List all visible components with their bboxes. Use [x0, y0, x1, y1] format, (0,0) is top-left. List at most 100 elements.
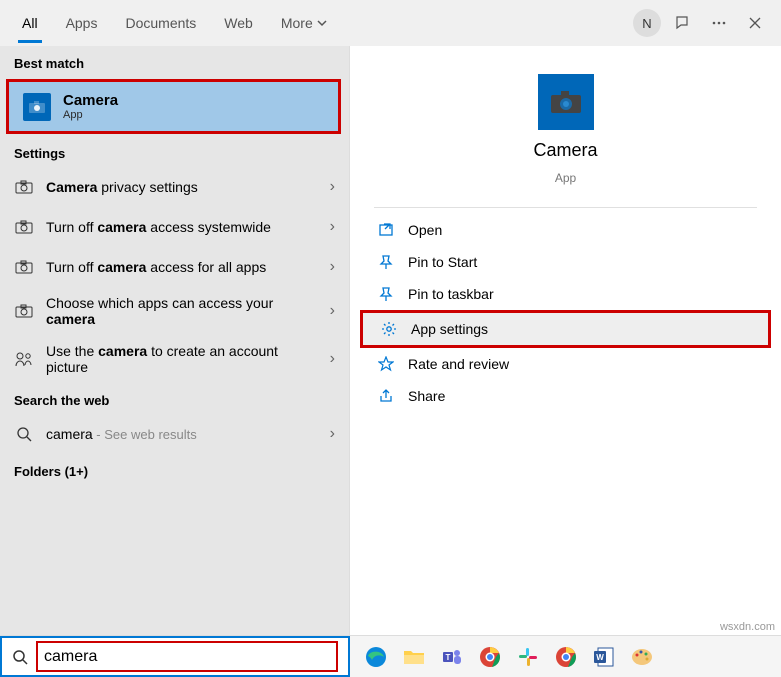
- chevron-down-icon: [317, 18, 327, 28]
- app-tile: [538, 74, 594, 130]
- action-label: Pin to taskbar: [408, 286, 494, 302]
- setting-choose-apps[interactable]: Choose which apps can access your camera…: [0, 287, 349, 335]
- setting-account-picture[interactable]: Use the camera to create an account pict…: [0, 335, 349, 383]
- chevron-right-icon: ›: [330, 350, 335, 368]
- preview-header: Camera App: [350, 46, 781, 185]
- camera-icon: [14, 301, 34, 321]
- search-box[interactable]: [0, 636, 350, 677]
- svg-text:T: T: [446, 653, 451, 662]
- setting-label: Camera privacy settings: [46, 179, 318, 195]
- main-area: Best match Camera App Settings Camera pr…: [0, 46, 781, 635]
- preview-pane: Camera App Open Pin to Start Pin to task…: [350, 46, 781, 635]
- taskbar-explorer[interactable]: [402, 645, 426, 669]
- action-label: Rate and review: [408, 356, 509, 372]
- search-icon: [14, 424, 34, 444]
- taskbar-edge[interactable]: [364, 645, 388, 669]
- search-web-header: Search the web: [0, 383, 349, 414]
- bottom-bar: T W: [0, 635, 781, 677]
- best-match-highlight: Camera App: [6, 79, 341, 134]
- chevron-right-icon: ›: [330, 302, 335, 320]
- taskbar-slack[interactable]: [516, 645, 540, 669]
- chevron-right-icon: ›: [330, 258, 335, 276]
- tab-web[interactable]: Web: [210, 5, 267, 41]
- folders-header: Folders (1+): [0, 454, 349, 485]
- watermark: wsxdn.com: [720, 621, 775, 633]
- taskbar-word[interactable]: W: [592, 645, 616, 669]
- paint-icon: [631, 646, 653, 668]
- divider: [374, 207, 757, 208]
- share-icon: [378, 388, 394, 404]
- close-button[interactable]: [737, 5, 773, 41]
- best-match-text: Camera App: [63, 92, 118, 121]
- search-icon: [12, 649, 28, 665]
- tabs-bar: All Apps Documents Web More N: [0, 0, 781, 46]
- tab-documents[interactable]: Documents: [111, 5, 210, 41]
- camera-icon: [14, 177, 34, 197]
- best-match-subtitle: App: [63, 109, 118, 121]
- search-input[interactable]: [44, 648, 330, 666]
- tab-more[interactable]: More: [267, 5, 341, 41]
- tab-apps[interactable]: Apps: [52, 5, 112, 41]
- action-rate[interactable]: Rate and review: [360, 348, 771, 380]
- chevron-right-icon: ›: [330, 218, 335, 236]
- setting-camera-privacy[interactable]: Camera privacy settings ›: [0, 167, 349, 207]
- settings-header: Settings: [0, 136, 349, 167]
- setting-label: Use the camera to create an account pict…: [46, 343, 318, 375]
- folder-icon: [403, 648, 425, 666]
- taskbar-chrome[interactable]: [478, 645, 502, 669]
- chrome-icon: [479, 646, 501, 668]
- taskbar: T W: [350, 636, 781, 677]
- action-label: Open: [408, 222, 442, 238]
- preview-title: Camera: [533, 140, 597, 161]
- best-match-title: Camera: [63, 92, 118, 109]
- tab-more-label: More: [281, 15, 313, 31]
- action-app-settings[interactable]: App settings: [360, 310, 771, 348]
- feedback-icon: [674, 14, 692, 32]
- tab-all[interactable]: All: [8, 5, 52, 41]
- setting-label: Choose which apps can access your camera: [46, 295, 318, 327]
- slack-icon: [518, 647, 538, 667]
- user-avatar[interactable]: N: [629, 5, 665, 41]
- action-pin-taskbar[interactable]: Pin to taskbar: [360, 278, 771, 310]
- setting-label: Turn off camera access for all apps: [46, 259, 318, 275]
- more-options-button[interactable]: [701, 5, 737, 41]
- teams-icon: T: [441, 646, 463, 668]
- best-match-item[interactable]: Camera App: [9, 82, 338, 131]
- action-share[interactable]: Share: [360, 380, 771, 412]
- preview-subtitle: App: [555, 171, 576, 185]
- action-open[interactable]: Open: [360, 214, 771, 246]
- avatar-initial: N: [633, 9, 661, 37]
- action-pin-start[interactable]: Pin to Start: [360, 246, 771, 278]
- search-highlight-box: [36, 641, 338, 672]
- camera-app-icon: [23, 93, 51, 121]
- camera-icon: [549, 89, 583, 115]
- ellipsis-icon: [710, 14, 728, 32]
- taskbar-paint[interactable]: [630, 645, 654, 669]
- feedback-button[interactable]: [665, 5, 701, 41]
- action-label: App settings: [411, 321, 488, 337]
- chrome-icon: [555, 646, 577, 668]
- chevron-right-icon: ›: [330, 425, 335, 443]
- edge-icon: [365, 646, 387, 668]
- setting-turn-off-all-apps[interactable]: Turn off camera access for all apps ›: [0, 247, 349, 287]
- gear-icon: [381, 321, 397, 337]
- pin-icon: [378, 254, 394, 270]
- setting-turn-off-systemwide[interactable]: Turn off camera access systemwide ›: [0, 207, 349, 247]
- close-icon: [748, 16, 762, 30]
- taskbar-chrome-2[interactable]: [554, 645, 578, 669]
- web-result-label: camera - See web results: [46, 426, 318, 442]
- web-result-item[interactable]: camera - See web results ›: [0, 414, 349, 454]
- results-pane: Best match Camera App Settings Camera pr…: [0, 46, 350, 635]
- star-icon: [378, 356, 394, 372]
- word-icon: W: [593, 646, 615, 668]
- open-icon: [378, 222, 394, 238]
- action-label: Share: [408, 388, 445, 404]
- svg-text:W: W: [596, 653, 604, 662]
- camera-icon: [14, 257, 34, 277]
- action-label: Pin to Start: [408, 254, 477, 270]
- best-match-header: Best match: [0, 46, 349, 77]
- taskbar-teams[interactable]: T: [440, 645, 464, 669]
- setting-label: Turn off camera access systemwide: [46, 219, 318, 235]
- camera-icon: [28, 100, 46, 114]
- action-list: Open Pin to Start Pin to taskbar App set…: [350, 214, 781, 412]
